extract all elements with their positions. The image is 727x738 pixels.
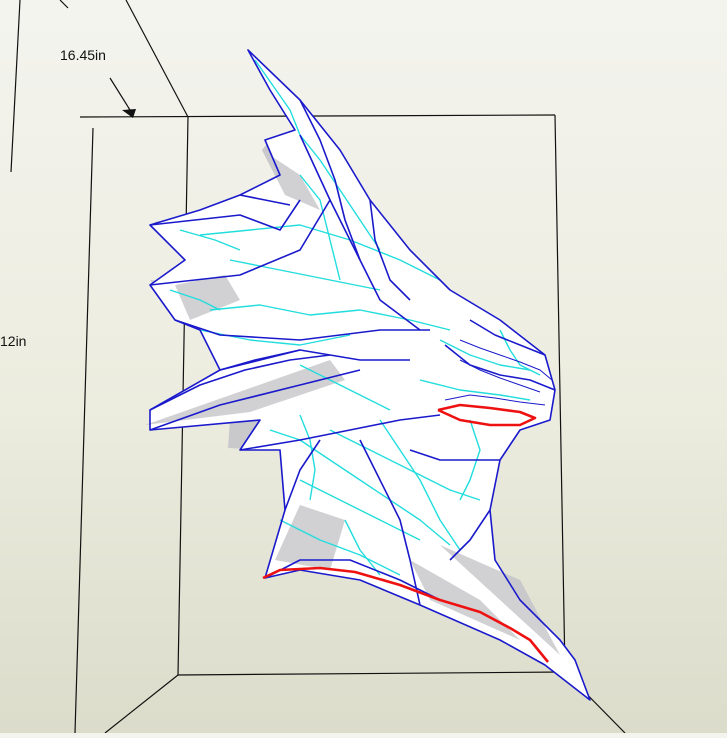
scene-canvas[interactable] — [0, 0, 727, 734]
height-dimension-label: 12in — [0, 333, 27, 349]
width-dimension-label: 16.45in — [60, 47, 106, 63]
dragon-head-mesh-icon[interactable] — [145, 49, 591, 701]
3d-viewport[interactable]: 16.45in 12in — [0, 0, 727, 734]
dimension-arrow-icon — [109, 77, 136, 118]
